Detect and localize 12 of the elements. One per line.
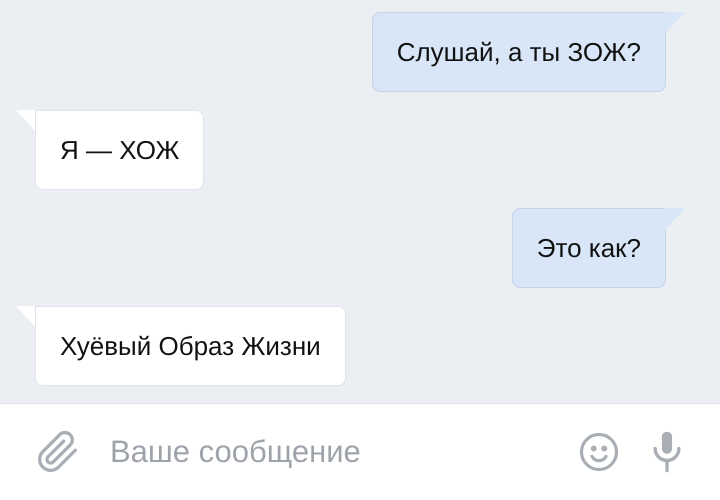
message-bubble: Это как? [512, 208, 666, 288]
bubble-tail-icon [665, 12, 685, 34]
message-bubble: Слушай, а ты ЗОЖ? [372, 12, 666, 92]
smiley-icon[interactable] [578, 431, 620, 473]
message-field[interactable]: Ваше сообщение [0, 403, 720, 500]
paperclip-icon[interactable] [36, 430, 80, 474]
bubble-tail-icon [16, 306, 36, 328]
bubble-tail-icon [665, 208, 685, 230]
message-bubble: Хуёвый Образ Жизни [35, 306, 346, 386]
message-bubble: Я — ХОЖ [35, 110, 204, 190]
input-field[interactable]: Ваше сообщение [110, 428, 548, 476]
bubble-tail-icon [16, 110, 36, 132]
